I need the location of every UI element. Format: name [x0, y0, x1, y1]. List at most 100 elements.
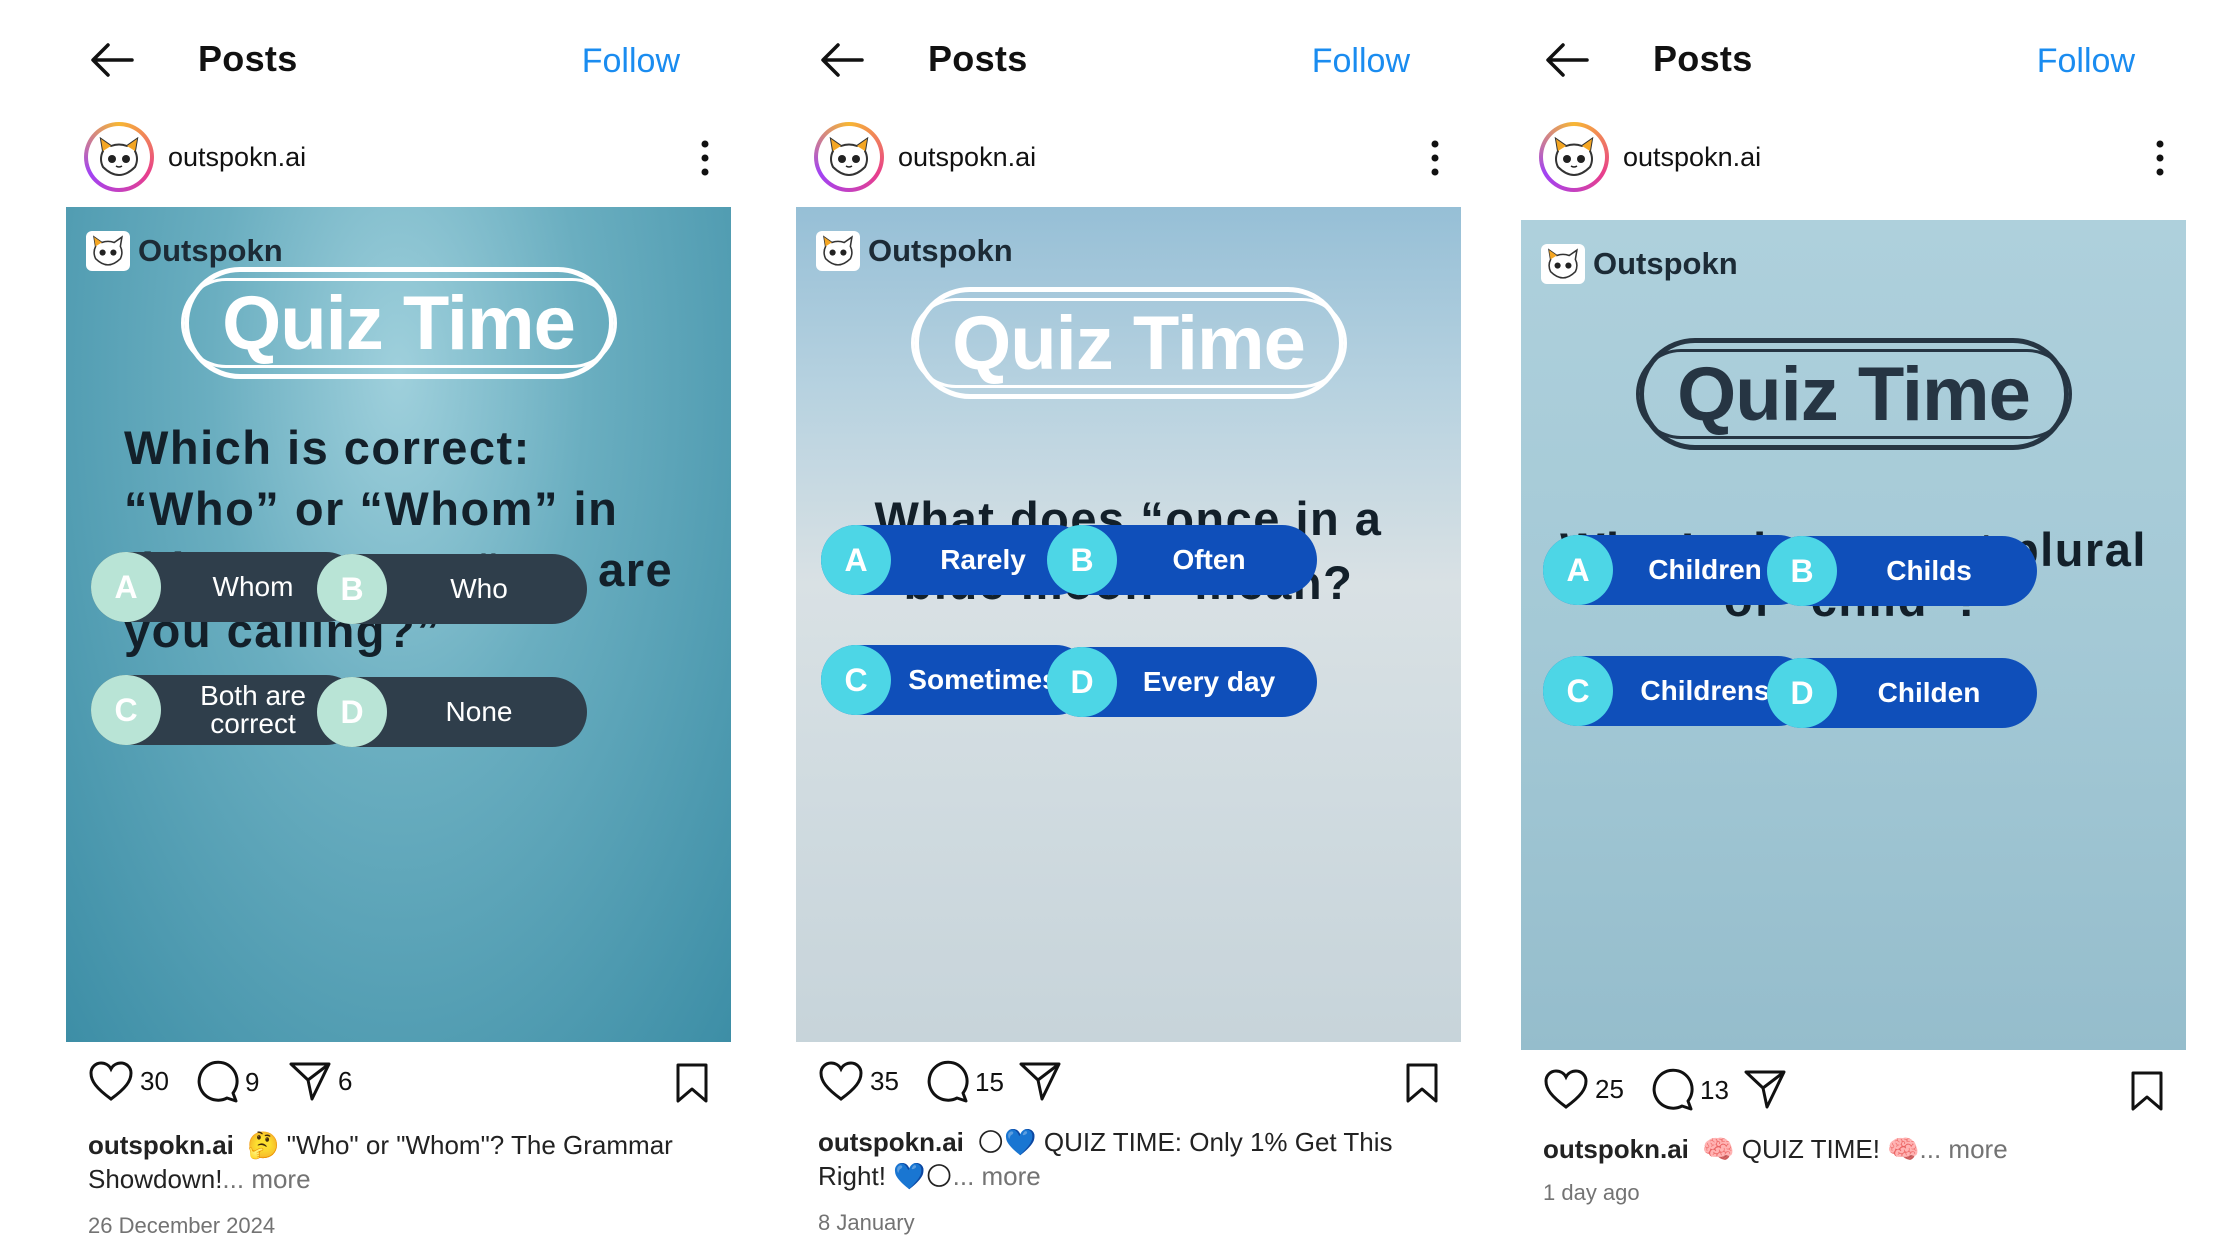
option-d: D Childen: [1767, 658, 2037, 728]
avatar[interactable]: [1539, 122, 1609, 192]
post-author-row: outspokn.ai: [60, 122, 740, 198]
like-action[interactable]: 35: [818, 1060, 899, 1102]
avatar[interactable]: [814, 122, 884, 192]
back-arrow-icon[interactable]: [820, 42, 864, 78]
cat-logo-icon: [816, 231, 860, 271]
post-panel-3: Posts Follow outspokn.ai Outspokn Quiz T…: [1515, 0, 2195, 1260]
share-icon[interactable]: [1743, 1068, 1787, 1110]
bookmark-icon[interactable]: [2129, 1070, 2165, 1112]
back-arrow-icon[interactable]: [1545, 42, 1589, 78]
bookmark-icon[interactable]: [674, 1062, 710, 1104]
option-text: Childen: [1877, 677, 1981, 708]
caption-more-link[interactable]: ... more: [222, 1164, 310, 1194]
option-letter: A: [91, 552, 161, 622]
caption-more-link[interactable]: ... more: [1920, 1134, 2008, 1164]
quiz-title: Quiz Time: [180, 267, 617, 379]
post-actions: 30 9 6: [60, 1060, 740, 1110]
comment-action[interactable]: 9: [195, 1060, 259, 1104]
option-b: B Often: [1047, 525, 1317, 595]
heart-icon[interactable]: [1543, 1068, 1589, 1110]
post-caption: outspokn.ai 🧠 QUIZ TIME! 🧠... more: [1543, 1132, 2165, 1166]
share-count: 6: [338, 1065, 353, 1096]
option-b: B Who: [317, 554, 587, 624]
cat-logo-icon: [829, 137, 869, 177]
quiz-title: Quiz Time: [1635, 338, 2072, 450]
like-count: 30: [140, 1065, 169, 1096]
cat-logo-icon: [99, 137, 139, 177]
option-letter: C: [91, 675, 161, 745]
caption-username[interactable]: outspokn.ai: [1543, 1134, 1689, 1164]
option-text: Often: [1172, 544, 1246, 575]
comment-icon[interactable]: [925, 1060, 969, 1104]
option-letter: D: [317, 677, 387, 747]
heart-icon[interactable]: [818, 1060, 864, 1102]
caption-text: 🧠 QUIZ TIME! 🧠: [1702, 1134, 1920, 1164]
brand-mark: Outspokn: [816, 231, 1013, 271]
option-b: B Childs: [1767, 536, 2037, 606]
post-image[interactable]: Outspokn Quiz Time What does “once in a …: [796, 207, 1461, 1042]
share-action[interactable]: 6: [288, 1060, 352, 1102]
like-action[interactable]: 30: [88, 1060, 169, 1102]
post-actions: 35 15: [790, 1060, 1470, 1110]
more-options-icon[interactable]: [700, 138, 710, 178]
post-date: 26 December 2024: [88, 1213, 276, 1238]
top-bar: Posts Follow: [1515, 28, 2195, 92]
follow-button[interactable]: Follow: [1312, 42, 1410, 81]
brand-name: Outspokn: [1593, 246, 1738, 281]
username[interactable]: outspokn.ai: [1623, 142, 1761, 173]
option-d: D Every day: [1047, 647, 1317, 717]
post-panel-1: Posts Follow outspokn.ai Outspokn Quiz T…: [60, 0, 740, 1260]
heart-icon[interactable]: [88, 1060, 134, 1102]
bookmark-icon[interactable]: [1404, 1062, 1440, 1104]
option-letter: C: [821, 645, 891, 715]
comment-icon[interactable]: [195, 1060, 239, 1104]
option-letter: B: [1047, 525, 1117, 595]
more-options-icon[interactable]: [1430, 138, 1440, 178]
follow-button[interactable]: Follow: [582, 42, 680, 81]
share-action[interactable]: [1743, 1068, 1787, 1110]
option-letter: D: [1767, 658, 1837, 728]
top-bar: Posts Follow: [60, 28, 740, 92]
comment-action[interactable]: 13: [1650, 1068, 1729, 1112]
option-d: D None: [317, 677, 587, 747]
brand-mark: Outspokn: [86, 231, 283, 271]
post-date: 1 day ago: [1543, 1180, 1640, 1205]
option-letter: A: [1543, 535, 1613, 605]
option-letter: A: [821, 525, 891, 595]
username[interactable]: outspokn.ai: [168, 142, 306, 173]
post-image[interactable]: Outspokn Quiz Time What’s the correct pl…: [1521, 220, 2186, 1050]
post-caption: outspokn.ai 🤔 "Who" or "Whom"? The Gramm…: [88, 1128, 710, 1196]
top-bar: Posts Follow: [790, 28, 1470, 92]
more-options-icon[interactable]: [2155, 138, 2165, 178]
post-date: 8 January: [818, 1210, 915, 1235]
back-arrow-icon[interactable]: [90, 42, 134, 78]
brand-name: Outspokn: [868, 233, 1013, 268]
like-action[interactable]: 25: [1543, 1068, 1624, 1110]
like-count: 35: [870, 1065, 899, 1096]
quiz-question: Which is correct: “Who” or “Whom” in thi…: [124, 421, 674, 657]
option-letter: B: [1767, 536, 1837, 606]
share-icon[interactable]: [288, 1060, 332, 1102]
share-action[interactable]: [1018, 1060, 1062, 1102]
cat-logo-icon: [1554, 137, 1594, 177]
option-text: Childs: [1886, 555, 1972, 586]
share-icon[interactable]: [1018, 1060, 1062, 1102]
comment-count: 9: [245, 1066, 260, 1097]
caption-username[interactable]: outspokn.ai: [88, 1130, 234, 1160]
post-actions: 25 13: [1515, 1068, 2195, 1118]
post-caption: outspokn.ai 🌕💙 QUIZ TIME: Only 1% Get Th…: [818, 1125, 1440, 1193]
caption-username[interactable]: outspokn.ai: [818, 1127, 964, 1157]
comment-action[interactable]: 15: [925, 1060, 1004, 1104]
avatar[interactable]: [84, 122, 154, 192]
option-text: None: [445, 696, 513, 727]
option-letter: D: [1047, 647, 1117, 717]
option-letter: B: [317, 554, 387, 624]
follow-button[interactable]: Follow: [2037, 42, 2135, 81]
comment-icon[interactable]: [1650, 1068, 1694, 1112]
comment-count: 13: [1700, 1074, 1729, 1105]
caption-more-link[interactable]: ... more: [953, 1161, 1041, 1191]
post-image[interactable]: Outspokn Quiz Time Which is correct: “Wh…: [66, 207, 731, 1042]
username[interactable]: outspokn.ai: [898, 142, 1036, 173]
comment-count: 15: [975, 1066, 1004, 1097]
post-author-row: outspokn.ai: [790, 122, 1470, 198]
